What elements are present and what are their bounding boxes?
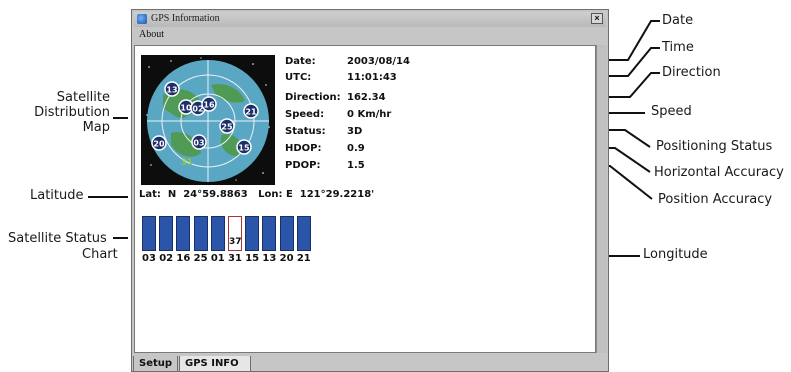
annotation-horizontal-accuracy: Horizontal Accuracy — [654, 165, 784, 180]
annotation-satellite-map-line2: Distribution — [34, 105, 110, 120]
annotation-satellite-chart-line2: Chart — [82, 247, 118, 262]
satellite-marker: 13 — [164, 81, 180, 97]
satellite-distribution-map: 1310 02 16212520 031531 — [141, 55, 275, 185]
readout-value: 1.5 — [347, 160, 365, 171]
readout-label: Date: — [285, 56, 316, 67]
satellite-signal-bar — [245, 216, 260, 251]
satellite-marker: 21 — [243, 103, 259, 119]
readout-label: HDOP: — [285, 143, 322, 154]
satellite-marker: 20 — [151, 135, 167, 151]
satellite-signal-bar — [210, 216, 225, 251]
annotation-satellite-map-line3: Map — [82, 120, 110, 135]
satellite-id-label: 25 — [193, 253, 208, 264]
tab-gps-info[interactable]: GPS INFO — [179, 356, 251, 372]
readout-value: 0 Km/hr — [347, 109, 392, 120]
annotation-direction: Direction — [662, 65, 721, 80]
satellite-marker-label: 25 — [221, 123, 233, 132]
satellite-id-label: 01 — [210, 253, 225, 264]
annotation-positioning-status: Positioning Status — [656, 139, 773, 154]
satellite-id-label: 20 — [279, 253, 294, 264]
satellite-signal-bar — [296, 216, 311, 251]
annotation-position-accuracy: Position Accuracy — [658, 192, 773, 207]
satellite-marker-label: 31 — [181, 158, 193, 167]
readout-label: PDOP: — [285, 160, 321, 171]
satellite-signal-bar — [193, 216, 208, 251]
annotation-satellite-map-line1: Satellite — [56, 90, 110, 105]
satellite-marker-label: 03 — [193, 139, 204, 148]
satellite-id-label: 02 — [159, 253, 174, 264]
annotation-satellite-chart-line1: Satellite Status — [8, 231, 107, 246]
readout-value: 11:01:43 — [347, 72, 397, 83]
annotation-date: Date — [662, 13, 694, 28]
satellite-signal-bar — [159, 216, 174, 251]
satellite-id-label: 13 — [262, 253, 277, 264]
satellite-bar-label: 37 — [229, 237, 242, 247]
satellite-marker: 16 — [201, 96, 217, 112]
window-title: GPS Information — [151, 13, 220, 24]
annotation-longitude: Longitude — [643, 247, 708, 262]
satellite-id-label: 31 — [228, 253, 242, 264]
satellite-id-label: 21 — [296, 253, 311, 264]
title-bar[interactable]: GPS Information × — [134, 12, 606, 27]
menu-about[interactable]: About — [139, 29, 164, 40]
gps-info-panel: 13 10 02 16 21 25 20 03 15 31 Date: 2003/08/14 UTC:… — [134, 45, 596, 353]
satellite-id-label: 16 — [176, 253, 191, 264]
satellite-marker: 25 — [219, 118, 235, 134]
readout-value: 0.9 — [347, 143, 365, 154]
annotation-satellite-chart: Satellite Status Chart — [8, 231, 118, 263]
annotation-time: Time — [662, 40, 694, 55]
readout-label: Status: — [285, 126, 326, 137]
satellite-signal-bar — [142, 216, 156, 251]
vertical-scrollbar[interactable] — [596, 45, 607, 353]
satellite-marker-label: 21 — [245, 108, 257, 117]
satellite-signal-bar: 37 — [228, 216, 242, 251]
satellite-signal-bar — [279, 216, 294, 251]
annotation-speed: Speed — [651, 104, 692, 119]
readout-label: Speed: — [285, 109, 325, 120]
satellite-marker: 31 — [181, 158, 193, 167]
satellite-status-chart: 03 02 16 25 01 37 31 15 13 20 21 — [142, 216, 332, 272]
satellite-marker-label: 15 — [238, 144, 250, 153]
gps-information-window: GPS Information × About 13 10 02 16 21 25 20 03… — [131, 9, 609, 372]
satellite-id-label: 15 — [245, 253, 260, 264]
readout-label: UTC: — [285, 72, 312, 83]
readout-label: Direction: — [285, 92, 341, 103]
satellite-signal-bar — [262, 216, 277, 251]
close-button[interactable]: × — [591, 13, 603, 24]
menu-bar: About — [134, 29, 606, 43]
satellite-marker: 15 — [236, 139, 252, 155]
satellite-marker-label: 16 — [203, 101, 215, 110]
readout-value: 3D — [347, 126, 363, 137]
app-icon — [137, 14, 147, 24]
satellite-marker: 03 — [191, 134, 207, 150]
annotation-satellite-map: Satellite Distribution Map — [32, 90, 110, 135]
readout-value: 2003/08/14 — [347, 56, 410, 67]
satellite-marker-label: 13 — [166, 86, 177, 95]
annotation-latitude: Latitude — [30, 188, 84, 203]
tab-setup[interactable]: Setup — [133, 356, 178, 372]
satellite-id-label: 03 — [142, 253, 156, 264]
lat-lon-readout: Lat: N 24°59.8863 Lon: E 121°29.2218' — [139, 189, 375, 200]
satellite-marker-label: 20 — [153, 140, 165, 149]
satellite-signal-bar — [176, 216, 191, 251]
readout-value: 162.34 — [347, 92, 386, 103]
